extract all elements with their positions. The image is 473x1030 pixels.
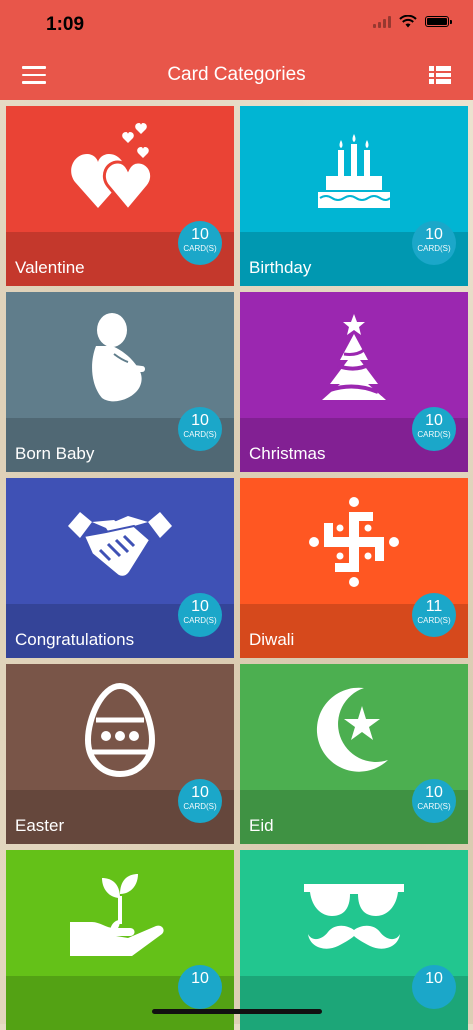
tile-label: Easter: [15, 816, 65, 835]
category-tile-christmas[interactable]: Christmas 10 CARD(S): [240, 292, 468, 472]
card-count-badge: 10 CARD(S): [178, 779, 222, 823]
status-time: 1:09: [46, 14, 85, 35]
tile-label: Christmas: [249, 444, 326, 463]
card-count-unit: CARD(S): [183, 802, 217, 811]
card-count: 10: [191, 784, 209, 801]
category-tile-congratulations[interactable]: Congratulations 10 CARD(S): [6, 478, 234, 658]
card-count-badge: 10 CARD(S): [412, 779, 456, 823]
cellular-signal-icon: [373, 15, 391, 28]
tile-label: Birthday: [249, 258, 312, 277]
card-count: 10: [191, 598, 209, 615]
card-count-badge: 10 CARD(S): [412, 407, 456, 451]
card-count-unit: CARD(S): [417, 802, 451, 811]
card-count: 11: [425, 598, 443, 615]
home-indicator[interactable]: [152, 1009, 322, 1014]
status-icons: [373, 15, 452, 28]
tile-label: Valentine: [15, 258, 85, 277]
card-count-badge: 10: [412, 965, 456, 1009]
handshake-icon: [68, 512, 172, 578]
tile-label: Diwali: [249, 630, 295, 649]
category-tile-nature[interactable]: 10: [6, 850, 234, 1030]
easter-egg-icon: [84, 682, 156, 778]
card-count-unit: CARD(S): [183, 616, 217, 625]
tile-label: Eid: [249, 816, 274, 835]
card-count-unit: CARD(S): [417, 244, 451, 253]
category-tile-fathers-day[interactable]: 10: [240, 850, 468, 1030]
tile-label: Born Baby: [15, 444, 95, 463]
crescent-star-icon: [316, 687, 388, 772]
card-count-unit: CARD(S): [183, 244, 217, 253]
app-header: 1:09 Card Categories: [0, 0, 473, 100]
baby-icon: [92, 313, 145, 402]
card-count-badge: 10 CARD(S): [178, 407, 222, 451]
battery-icon: [425, 16, 452, 27]
card-count: 10: [425, 784, 443, 801]
swastika-icon: [309, 497, 399, 587]
category-tile-birthday[interactable]: Birthday 10 CARD(S): [240, 106, 468, 286]
tile-label: Congratulations: [15, 630, 135, 649]
card-count-badge: 10: [178, 965, 222, 1009]
card-count: 10: [191, 226, 209, 243]
list-view-button[interactable]: [429, 66, 451, 84]
card-count: 10: [425, 226, 443, 243]
card-count-badge: 10 CARD(S): [178, 221, 222, 265]
card-count: 10: [425, 412, 443, 429]
category-tile-diwali[interactable]: Diwali 11 CARD(S): [240, 478, 468, 658]
card-count-badge: 11 CARD(S): [412, 593, 456, 637]
category-tile-born-baby[interactable]: Born Baby 10 CARD(S): [6, 292, 234, 472]
christmas-tree-icon: [322, 314, 386, 400]
page-title: Card Categories: [167, 64, 306, 85]
category-tile-valentine[interactable]: Valentine 10 CARD(S): [6, 106, 234, 286]
card-count-badge: 10 CARD(S): [178, 593, 222, 637]
card-count-unit: CARD(S): [417, 616, 451, 625]
card-count: 10: [425, 970, 443, 987]
card-count: 10: [191, 970, 209, 987]
card-count-unit: CARD(S): [183, 430, 217, 439]
category-tile-eid[interactable]: Eid 10 CARD(S): [240, 664, 468, 844]
card-count-unit: CARD(S): [417, 430, 451, 439]
glasses-mustache-icon: [304, 884, 404, 949]
card-count-badge: 10 CARD(S): [412, 221, 456, 265]
category-tile-easter[interactable]: Easter 10 CARD(S): [6, 664, 234, 844]
wifi-icon: [399, 15, 417, 28]
card-count: 10: [191, 412, 209, 429]
birthday-cake-icon: [318, 134, 391, 208]
plant-in-hand-icon: [70, 874, 164, 956]
hearts-icon: [71, 123, 154, 213]
